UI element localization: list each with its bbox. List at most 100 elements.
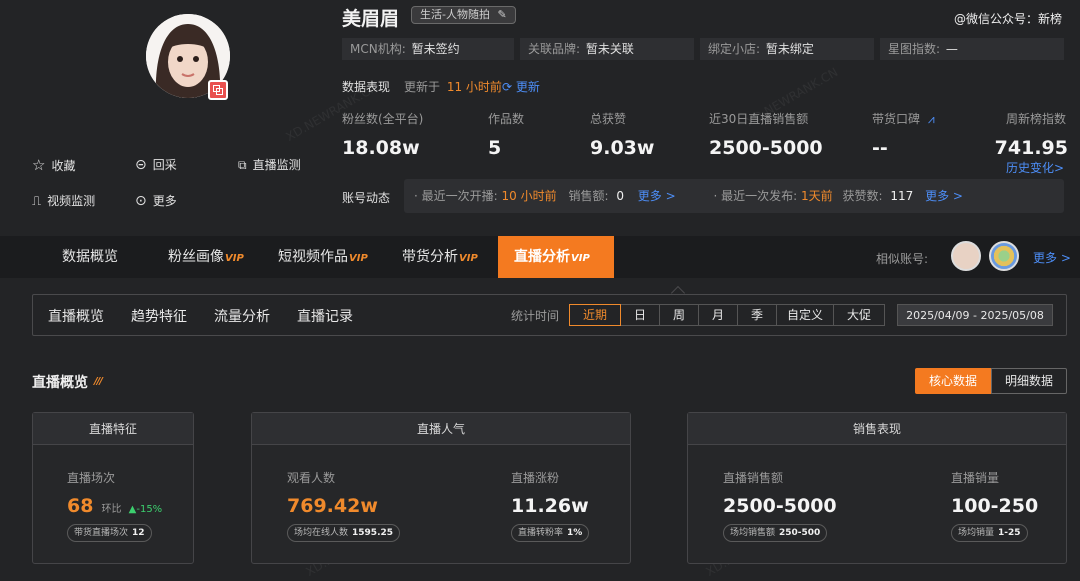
similar-account-avatar[interactable] (951, 241, 981, 271)
metric-label: 直播场次 (67, 471, 116, 485)
updated-prefix: 更新于 (404, 80, 441, 94)
trend-chart-icon[interactable]: ⩘ (928, 112, 935, 126)
similar-account-avatar[interactable] (989, 241, 1019, 271)
period-week[interactable]: 周 (659, 304, 699, 326)
more-live-link[interactable]: 更多 > (638, 189, 676, 203)
stat-value-likes: 9.03w (590, 137, 655, 159)
tab-data-overview[interactable]: 数据概览 (62, 236, 118, 278)
tab-label: 短视频作品 (278, 249, 348, 265)
card-header: 直播人气 (252, 413, 630, 445)
account-dynamics-box: · 最近一次开播: 10 小时前 销售额: 0 更多 > · 最近一次发布: 1… (404, 179, 1064, 213)
refresh-button[interactable]: ⟳ 更新 (502, 78, 540, 95)
period-day[interactable]: 日 (620, 304, 660, 326)
sub-metric-pill: 场均销售额 250-500 (723, 524, 828, 542)
sub-metric-pill: 直播转粉率 1% (511, 524, 590, 542)
refresh-label: 更新 (515, 80, 540, 94)
ratio-value: ▲-15% (128, 504, 163, 515)
info-value: 暂未绑定 (765, 42, 814, 56)
card-live-popularity: 直播人气 观看人数 769.42w 场均在线人数 1595.25 直播涨粉 11.… (251, 412, 631, 564)
info-value: 暂未签约 (411, 42, 460, 56)
tab-label: 直播分析 (514, 249, 570, 265)
ratio-number: -15% (136, 504, 163, 515)
subnav-live-records[interactable]: 直播记录 (297, 306, 353, 326)
overview-title: 直播概览 (32, 375, 88, 391)
more-post-link[interactable]: 更多 > (925, 189, 963, 203)
live-sessions-metric: 68 环比 ▲-15% (67, 495, 162, 517)
refresh-icon: ⟳ (502, 80, 513, 94)
pill-value: 1% (567, 528, 583, 538)
similar-more-link[interactable]: 更多 > (1033, 249, 1071, 266)
info-label: 星图指数: (888, 42, 941, 56)
info-value: 暂未关联 (585, 42, 634, 56)
title-decoration-icon: /// (94, 376, 103, 387)
metric-value: 68 (67, 495, 94, 517)
video-monitor-icon: ⎍ (32, 194, 42, 209)
sub-metric-pill: 场均在线人数 1595.25 (287, 524, 401, 542)
tab-sales-analysis[interactable]: 带货分析VIP (402, 236, 478, 278)
more-actions-label: 更多 (152, 194, 177, 208)
period-selector: 近期 日 周 月 季 自定义 大促 (569, 304, 885, 326)
history-link[interactable]: 历史变化> (1006, 159, 1064, 176)
sales-label: 销售额: (568, 189, 609, 203)
period-quarter[interactable]: 季 (737, 304, 777, 326)
period-recent[interactable]: 近期 (569, 304, 621, 326)
card-live-features: 直播特征 直播场次 68 环比 ▲-15% 带货直播场次 12 (32, 412, 194, 564)
favorite-button[interactable]: ☆ 收藏 (32, 156, 75, 174)
sub-metric-pill: 带货直播场次 12 (67, 524, 152, 542)
pill-value: 1-25 (998, 528, 1021, 538)
subnav-traffic[interactable]: 流量分析 (214, 306, 270, 326)
stat-label: 近30日直播销售额 (709, 112, 809, 126)
qr-code-icon[interactable] (208, 80, 228, 100)
tab-fan-profile[interactable]: 粉丝画像VIP (168, 236, 244, 278)
recollect-label: 回采 (152, 158, 177, 172)
tab-short-video[interactable]: 短视频作品VIP (278, 236, 368, 278)
likes-value: 117 (890, 189, 914, 203)
vip-badge: VIP (571, 253, 590, 264)
period-month[interactable]: 月 (698, 304, 738, 326)
info-value: — (945, 42, 958, 56)
metric-label: 观看人数 (287, 471, 336, 485)
period-custom[interactable]: 自定义 (776, 304, 834, 326)
info-label: 绑定小店: (708, 42, 761, 56)
date-range-picker[interactable]: 2025/04/09 - 2025/05/08 (897, 304, 1053, 326)
viewers-value: 769.42w (287, 495, 378, 517)
category-tag[interactable]: 生活-人物随拍 ✎ (411, 6, 516, 24)
last-live-label: · 最近一次开播: (414, 189, 498, 203)
tab-label: 数据概览 (62, 249, 118, 265)
stat-label: 粉丝数(全平台) (342, 112, 424, 126)
metric-label: 直播销量 (951, 471, 1000, 485)
reputation-label: 带货口碑 (872, 112, 921, 126)
card-sales-performance: 销售表现 直播销售额 2500-5000 场均销售额 250-500 直播销量 1… (687, 412, 1067, 564)
metric-label: 直播涨粉 (511, 471, 560, 485)
tab-live-analysis[interactable]: 直播分析VIP (498, 236, 614, 278)
star-icon: ☆ (32, 156, 46, 174)
stat-value-works: 5 (488, 137, 502, 159)
pill-label: 场均销量 (958, 528, 995, 538)
info-label: 关联品牌: (528, 42, 581, 56)
category-tag-label: 生活-人物随拍 (420, 8, 490, 21)
live-monitor-button[interactable]: ⧉ 直播监测 (238, 156, 301, 173)
subnav-live-overview[interactable]: 直播概览 (48, 306, 104, 326)
subnav-trend[interactable]: 趋势特征 (131, 306, 187, 326)
core-data-button[interactable]: 核心数据 (915, 368, 991, 394)
live-monitor-label: 直播监测 (252, 158, 301, 172)
period-promo[interactable]: 大促 (833, 304, 885, 326)
tab-label: 粉丝画像 (168, 249, 224, 265)
pill-label: 带货直播场次 (74, 528, 129, 538)
stat-label: 作品数 (488, 112, 525, 126)
detail-data-button[interactable]: 明细数据 (991, 368, 1067, 394)
stat-value-live-sales: 2500-5000 (709, 137, 823, 159)
vip-badge: VIP (349, 253, 368, 264)
updated-text: 更新于 11 小时前 (404, 78, 502, 95)
more-actions-button[interactable]: ⊙ 更多 (135, 192, 177, 209)
video-monitor-button[interactable]: ⎍ 视频监测 (32, 192, 95, 209)
info-shop: 绑定小店: 暂未绑定 (700, 38, 874, 60)
video-monitor-label: 视频监测 (47, 194, 96, 208)
last-post-value: 1天前 (801, 189, 833, 203)
similar-label: 相似账号: (876, 252, 929, 266)
updated-time: 11 小时前 (446, 80, 502, 94)
live-monitor-icon: ⧉ (238, 158, 247, 172)
ratio-label: 环比 (101, 504, 122, 515)
recollect-button[interactable]: ⊝ 回采 (135, 156, 177, 173)
account-title: 账号动态 (342, 191, 391, 205)
